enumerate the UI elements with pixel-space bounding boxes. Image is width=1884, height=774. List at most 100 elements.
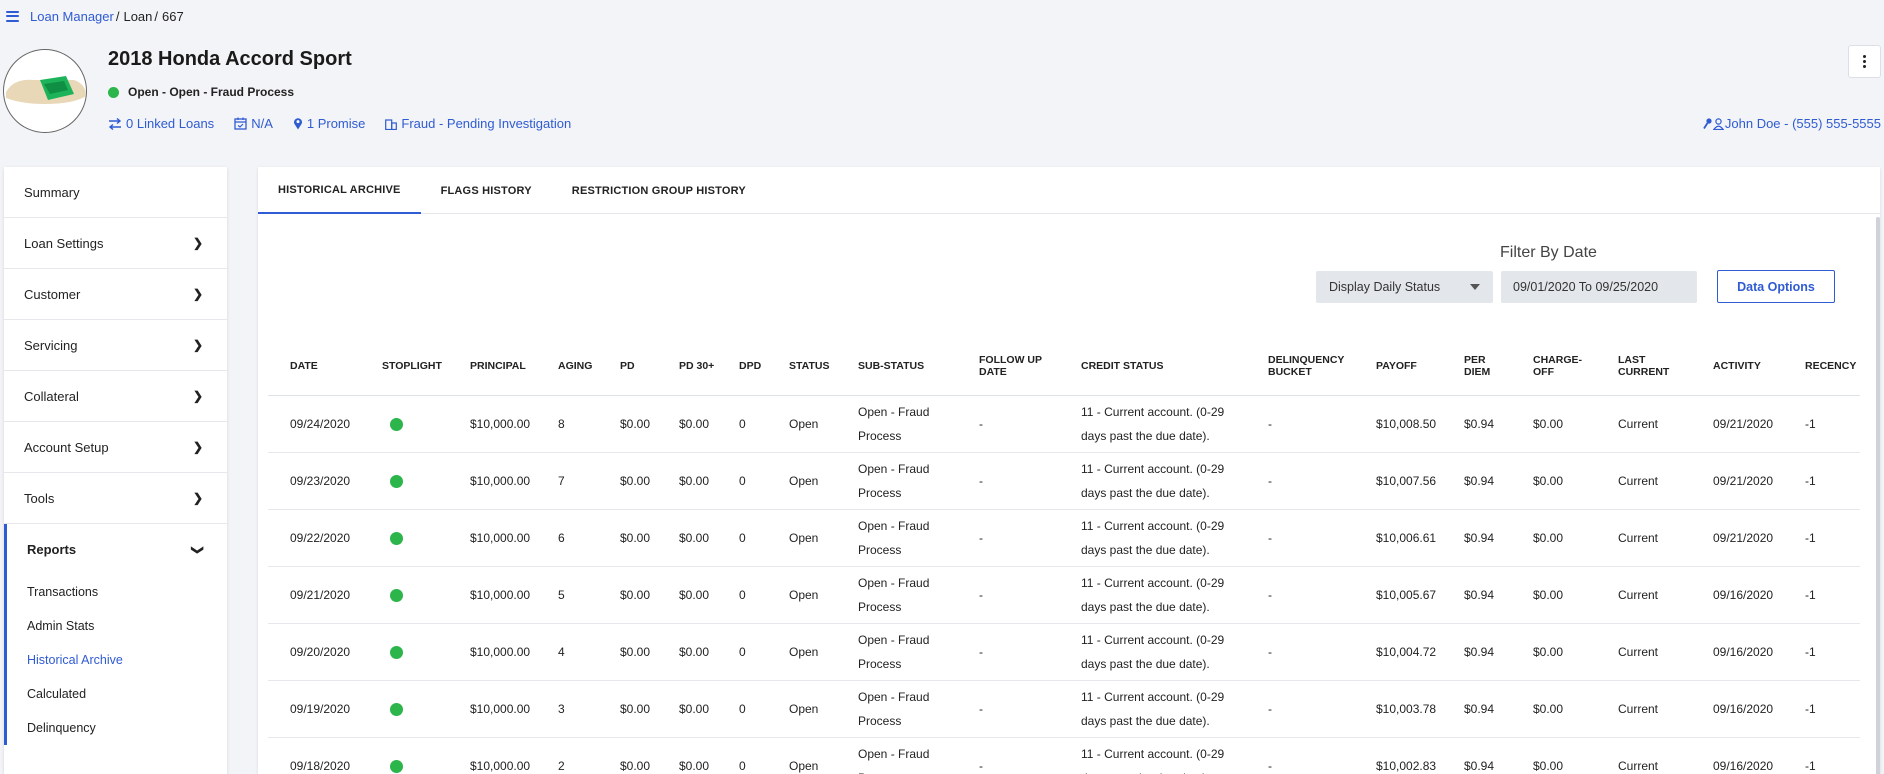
column-header[interactable]: ACTIVITY: [1691, 337, 1783, 396]
table-cell: 11 - Current account. (0-29 days past th…: [1059, 623, 1246, 681]
table-cell: -: [957, 737, 1059, 774]
table-cell: -1: [1783, 623, 1860, 681]
hamburger-menu-icon[interactable]: [6, 10, 19, 22]
column-header[interactable]: DELINQUENCY BUCKET: [1246, 337, 1354, 396]
column-header[interactable]: LAST CURRENT: [1596, 337, 1691, 396]
table-cell: -1: [1783, 737, 1860, 774]
table-cell: 09/18/2020: [268, 737, 360, 774]
table-cell: $10,005.67: [1354, 566, 1442, 624]
table-cell: $0.00: [598, 566, 657, 624]
column-header[interactable]: PD: [598, 337, 657, 396]
sidebar-subitem-transactions[interactable]: Transactions: [7, 575, 227, 609]
sidebar-item-customer[interactable]: Customer ❯: [4, 269, 227, 320]
table-cell: -1: [1783, 680, 1860, 738]
table-cell: Current: [1596, 509, 1691, 567]
table-cell: 09/21/2020: [268, 566, 360, 624]
stoplight-cell: [360, 452, 448, 510]
column-header[interactable]: PER DIEM: [1442, 337, 1511, 396]
table-cell: -: [957, 509, 1059, 567]
tab-restriction-group-history[interactable]: RESTRICTION GROUP HISTORY: [552, 167, 766, 214]
column-header[interactable]: SUB-STATUS: [836, 337, 957, 396]
more-options-button[interactable]: [1848, 45, 1881, 78]
table-cell: 11 - Current account. (0-29 days past th…: [1059, 452, 1246, 510]
contact-link[interactable]: John Doe - (555) 555-5555: [1703, 116, 1881, 131]
sidebar-item-loan-settings[interactable]: Loan Settings ❯: [4, 218, 227, 269]
column-header[interactable]: STOPLIGHT: [360, 337, 448, 396]
table-cell: -: [957, 566, 1059, 624]
display-status-value: Display Daily Status: [1329, 280, 1441, 294]
column-header[interactable]: PD 30+: [657, 337, 717, 396]
column-header[interactable]: CREDIT STATUS: [1059, 337, 1246, 396]
breadcrumb-loan-manager-link[interactable]: Loan Manager: [30, 9, 114, 24]
loan-status: Open - Open - Fraud Process: [108, 85, 294, 99]
table-cell: 4: [536, 623, 598, 681]
table-row: 09/19/2020 $10,000.00 3 $0.00 $0.00 0 Open Open…: [268, 680, 1860, 738]
table-cell: 3: [536, 680, 598, 738]
building-icon: [385, 118, 398, 130]
table-cell: Open: [767, 566, 836, 624]
table-cell: $10,000.00: [448, 452, 536, 510]
contact-label: John Doe - (555) 555-5555: [1724, 116, 1881, 131]
breadcrumb: Loan Manager / Loan / 667: [6, 6, 184, 26]
column-header[interactable]: RECENCY: [1783, 337, 1860, 396]
table-cell: 11 - Current account. (0-29 days past th…: [1059, 737, 1246, 774]
sidebar-item-reports[interactable]: Reports ❯: [7, 524, 227, 575]
column-header[interactable]: DATE: [268, 337, 360, 396]
sidebar-item-tools[interactable]: Tools ❯: [4, 473, 227, 524]
sidebar-subitem-admin-stats[interactable]: Admin Stats: [7, 609, 227, 643]
linked-loans-link[interactable]: 0 Linked Loans: [108, 116, 214, 131]
vertical-scrollbar[interactable]: [1876, 217, 1880, 774]
column-header[interactable]: STATUS: [767, 337, 836, 396]
table-cell: 0: [717, 623, 767, 681]
tab-flags-history[interactable]: FLAGS HISTORY: [421, 167, 552, 214]
sidebar-item-label: Customer: [24, 286, 81, 302]
sidebar-item-label: Reports: [27, 542, 77, 557]
sidebar-item-account-setup[interactable]: Account Setup ❯: [4, 422, 227, 473]
table-cell: -: [1246, 395, 1354, 453]
date-range-input[interactable]: 09/01/2020 To 09/25/2020: [1501, 271, 1697, 303]
tab-bar: HISTORICAL ARCHIVE FLAGS HISTORY RESTRIC…: [258, 167, 1880, 214]
table-cell: $0.00: [657, 680, 717, 738]
table-cell: 0: [717, 452, 767, 510]
table-cell: 0: [717, 509, 767, 567]
table-cell: -1: [1783, 395, 1860, 453]
column-header[interactable]: FOLLOW UP DATE: [957, 337, 1059, 396]
stoplight-green-icon: [390, 417, 403, 431]
table-cell: Open - Fraud Process: [836, 680, 957, 738]
table-cell: Current: [1596, 452, 1691, 510]
column-header[interactable]: CHARGE-OFF: [1511, 337, 1596, 396]
table-cell: 7: [536, 452, 598, 510]
breadcrumb-loan: Loan: [123, 8, 153, 24]
promise-link[interactable]: 1 Promise: [293, 116, 365, 131]
fraud-link[interactable]: Fraud - Pending Investigation: [385, 116, 571, 131]
filter-by-date-label: Filter By Date: [1500, 244, 1597, 261]
column-header[interactable]: PRINCIPAL: [448, 337, 536, 396]
breadcrumb-loan-id: 667: [162, 8, 184, 24]
table-cell: $0.00: [1511, 623, 1596, 681]
tab-historical-archive[interactable]: HISTORICAL ARCHIVE: [258, 167, 421, 214]
stoplight-green-icon: [390, 702, 403, 716]
column-header[interactable]: DPD: [717, 337, 767, 396]
table-cell: $0.00: [1511, 680, 1596, 738]
stoplight-green-icon: [390, 645, 403, 659]
stoplight-cell: [360, 623, 448, 681]
date-badge-link[interactable]: N/A: [234, 116, 273, 131]
column-header[interactable]: PAYOFF: [1354, 337, 1442, 396]
linked-loans-label: 0 Linked Loans: [126, 116, 215, 131]
data-options-button[interactable]: Data Options: [1717, 270, 1835, 303]
sidebar-item-summary[interactable]: Summary: [4, 167, 227, 218]
table-cell: 0: [717, 566, 767, 624]
sidebar-subitem-delinquency[interactable]: Delinquency: [7, 711, 227, 745]
table-row: 09/24/2020 $10,000.00 8 $0.00 $0.00 0 Open Open…: [268, 395, 1860, 453]
caret-down-icon: [1470, 284, 1480, 290]
sidebar-subitem-calculated[interactable]: Calculated: [7, 677, 227, 711]
table-cell: $0.94: [1442, 452, 1511, 510]
sidebar-item-servicing[interactable]: Servicing ❯: [4, 320, 227, 371]
breadcrumb-separator: /: [115, 8, 120, 24]
sidebar-item-collateral[interactable]: Collateral ❯: [4, 371, 227, 422]
table-cell: -: [957, 623, 1059, 681]
sidebar-subitem-historical-archive[interactable]: Historical Archive: [7, 643, 227, 677]
display-status-select[interactable]: Display Daily Status: [1316, 271, 1493, 303]
column-header[interactable]: AGING: [536, 337, 598, 396]
table-cell: 2: [536, 737, 598, 774]
